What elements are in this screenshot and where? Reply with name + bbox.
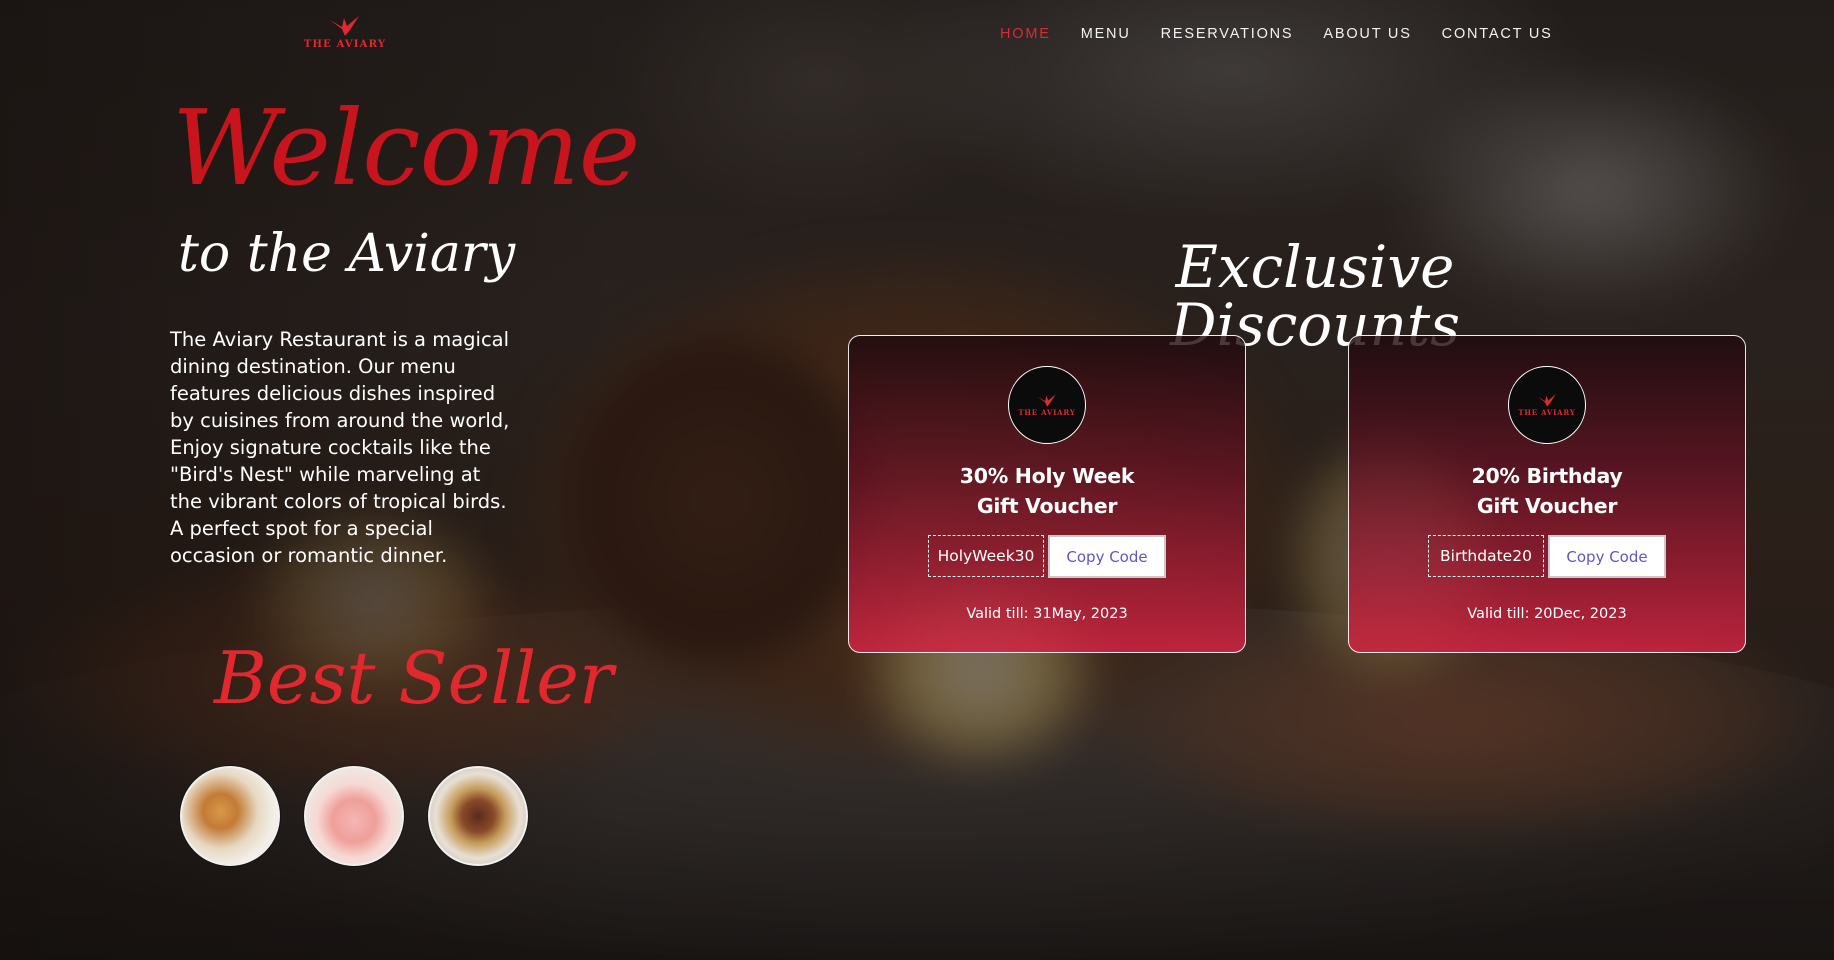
voucher-title-line2: Gift Voucher (976, 494, 1118, 518)
voucher-code-row: Birthdate20 Copy Code (1349, 535, 1745, 578)
welcome-subtitle: to the Aviary (178, 224, 516, 284)
copy-code-button[interactable]: Copy Code (1548, 535, 1666, 578)
logo-text: THE AVIARY (303, 39, 387, 50)
nav-home[interactable]: HOME (1000, 26, 1051, 42)
voucher-validity: Valid till: 20Dec, 2023 (1467, 606, 1627, 622)
voucher-logo: THE AVIARY (1008, 366, 1086, 444)
voucher-logo-text: THE AVIARY (1518, 408, 1576, 417)
voucher-title: 20% Birthday Gift Voucher (1349, 461, 1745, 521)
copy-code-button[interactable]: Copy Code (1048, 535, 1166, 578)
bird-icon (330, 16, 359, 36)
nav-contact-us[interactable]: CONTACT US (1442, 26, 1553, 42)
voucher-title: 30% Holy Week Gift Voucher (849, 461, 1245, 521)
site-logo[interactable]: THE AVIARY (300, 14, 390, 56)
restaurant-description: The Aviary Restaurant is a magical dinin… (170, 328, 510, 567)
voucher-logo: THE AVIARY (1508, 366, 1586, 444)
pastry-dish-icon[interactable] (180, 766, 280, 866)
voucher-card: THE AVIARY 30% Holy Week Gift Voucher Ho… (848, 335, 1246, 653)
nav-about-us[interactable]: ABOUT US (1323, 26, 1411, 42)
nav-menu[interactable]: MENU (1081, 26, 1131, 42)
voucher-title-line2: Gift Voucher (1476, 494, 1618, 518)
main-nav: HOME MENU RESERVATIONS ABOUT US CONTACT … (1000, 26, 1553, 42)
best-seller-list (180, 766, 528, 866)
bird-icon (1537, 394, 1556, 407)
best-seller-heading: Best Seller (214, 636, 614, 720)
voucher-validity: Valid till: 31May, 2023 (966, 606, 1128, 622)
voucher-code[interactable]: HolyWeek30 (928, 535, 1044, 577)
voucher-title-line1: 20% Birthday (1471, 464, 1623, 488)
pink-cocktail-icon[interactable] (304, 766, 404, 866)
bird-icon (1037, 394, 1056, 407)
welcome-heading: Welcome (172, 87, 640, 209)
voucher-title-line1: 30% Holy Week (959, 464, 1135, 488)
voucher-card: THE AVIARY 20% Birthday Gift Voucher Bir… (1348, 335, 1746, 653)
nav-reservations[interactable]: RESERVATIONS (1161, 26, 1294, 42)
stir-fry-bowl-icon[interactable] (428, 766, 528, 866)
voucher-logo-text: THE AVIARY (1018, 408, 1076, 417)
voucher-code[interactable]: Birthdate20 (1428, 535, 1544, 577)
voucher-code-row: HolyWeek30 Copy Code (849, 535, 1245, 578)
